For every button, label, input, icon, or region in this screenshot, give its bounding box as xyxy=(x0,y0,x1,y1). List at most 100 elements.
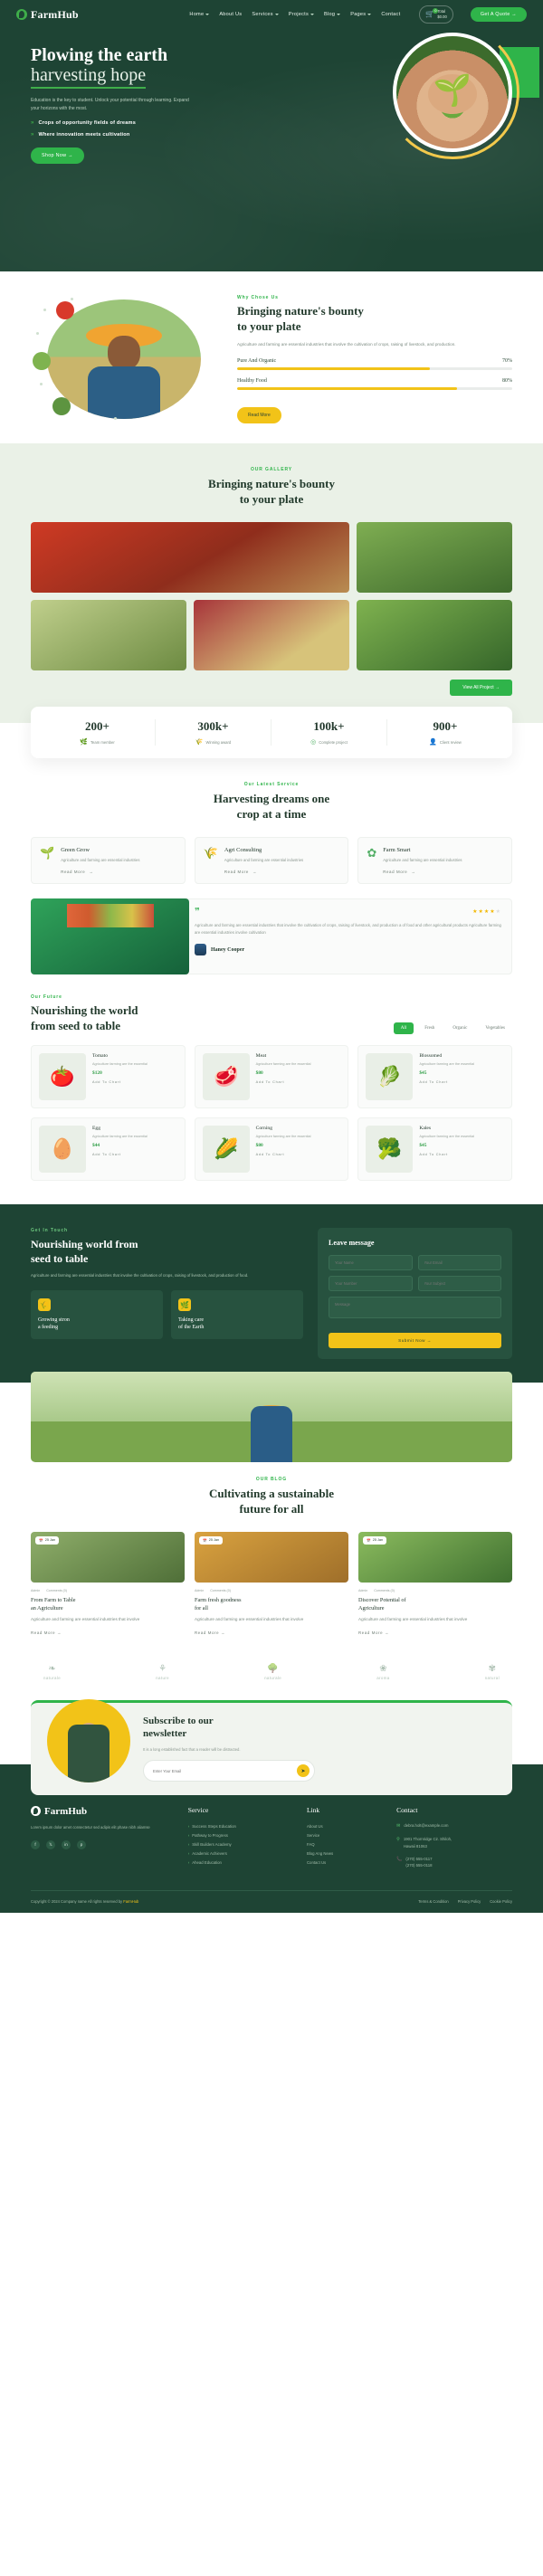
filter-tab-organic[interactable]: Organic xyxy=(445,1022,474,1034)
cookie-link[interactable]: Cookie Policy xyxy=(490,1899,512,1904)
footer-link[interactable]: Blog Ang News xyxy=(307,1849,384,1858)
footer-link[interactable]: › Skill Builders Academy xyxy=(188,1840,294,1849)
blog-read-more-link[interactable]: Read More → xyxy=(195,1630,348,1635)
filter-tab-vegetables[interactable]: Vegetables xyxy=(478,1022,512,1034)
footer-email[interactable]: ✉ debra.holt@example.com xyxy=(396,1822,512,1830)
footer-phone[interactable]: 📞 (270) 555-0117 (270) 555-0118 xyxy=(396,1856,512,1869)
service-read-more-link[interactable]: Read More → xyxy=(383,870,462,874)
send-icon[interactable]: ➤ xyxy=(297,1764,310,1778)
blog-card-farm-fresh-goodness[interactable]: 📅 25 Jan Admin Comments (0) Farm fresh go… xyxy=(195,1531,348,1635)
hero-title-line2: harvesting hope xyxy=(31,65,147,89)
footer-service-column: Service › Success Steps Education › Pathwa… xyxy=(188,1806,294,1876)
nav-item-services[interactable]: Services xyxy=(252,12,279,17)
site-logo[interactable]: FarmHub xyxy=(16,8,79,22)
service-card-agri-consulting[interactable]: 🌾 Agri Consulting Agriculture and farmin… xyxy=(194,836,349,885)
blog-card-discover-potential[interactable]: 📅 25 Jan Admin Comments (0) Discover Pote… xyxy=(358,1531,512,1635)
add-to-cart-button[interactable]: Add To Chart xyxy=(92,1153,148,1156)
footer-column-heading: Contact xyxy=(396,1805,418,1814)
cart-total: Total $0.00 xyxy=(437,9,446,19)
product-desc: Agriculture farming are the essential xyxy=(92,1061,148,1066)
filter-tab-fresh[interactable]: Fresh xyxy=(417,1022,442,1034)
blog-post-title-line2: an Agriculture xyxy=(31,1604,63,1611)
copyright-brand: FarmHub xyxy=(123,1898,139,1904)
service-card-green-grow[interactable]: 🌱 Green Grow Agriculture and farming are… xyxy=(31,836,186,885)
footer-link[interactable]: Contact Us xyxy=(307,1858,384,1868)
cart-widget[interactable]: 🛒 0 Total $0.00 xyxy=(419,5,453,24)
add-to-cart-button[interactable]: Add To Chart xyxy=(256,1153,311,1156)
blog-read-more-link[interactable]: Read More → xyxy=(31,1630,185,1635)
nav-item-contact[interactable]: Contact xyxy=(381,12,400,17)
footer-link[interactable]: FAQ xyxy=(307,1840,384,1849)
service-read-more-link[interactable]: Read More → xyxy=(224,870,303,874)
subject-field[interactable] xyxy=(417,1275,501,1291)
footer-column-heading: Link xyxy=(306,1805,320,1814)
nav-item-blog[interactable]: Blog xyxy=(324,12,341,17)
products-title: Nourishing the world from seed to table xyxy=(31,1003,138,1034)
product-card-corning[interactable]: 🌽 Corning Agriculture farming are the es… xyxy=(194,1117,349,1181)
facebook-icon[interactable]: f xyxy=(31,1839,40,1849)
gallery-item-lemons[interactable] xyxy=(194,600,349,671)
blog-post-title-line1: From Farm to Table xyxy=(31,1596,76,1603)
view-all-project-button[interactable]: View All Project → xyxy=(450,680,512,697)
add-to-cart-button[interactable]: Add To Chart xyxy=(92,1080,148,1084)
add-to-cart-button[interactable]: Add To Chart xyxy=(256,1080,311,1084)
product-price: $45 xyxy=(419,1143,427,1149)
why-read-more-button[interactable]: Read More xyxy=(237,407,281,424)
nav-item-projects[interactable]: Projects xyxy=(289,12,315,17)
hero-shop-now-button[interactable]: Shop Now → xyxy=(31,147,84,165)
add-to-cart-button[interactable]: Add To Chart xyxy=(419,1080,474,1084)
product-card-tomato[interactable]: 🍅 Tomato Agriculture farming are the ess… xyxy=(31,1044,186,1108)
add-to-cart-button[interactable]: Add To Chart xyxy=(419,1153,474,1156)
email-field[interactable] xyxy=(417,1254,501,1270)
product-name: Blossomed xyxy=(419,1052,443,1059)
twitter-x-icon[interactable]: 𝕏 xyxy=(46,1839,55,1849)
product-card-blossomed[interactable]: 🥬 Blossomed Agriculture farming are the … xyxy=(357,1044,512,1108)
why-text-block: Why Chose Us Bringing nature's bounty to… xyxy=(237,295,512,424)
product-card-egg[interactable]: 🥚 Egg Agriculture farming are the essent… xyxy=(31,1117,186,1181)
nav-item-about-us[interactable]: About Us xyxy=(219,12,242,17)
product-desc: Agriculture farming are the essential xyxy=(255,1134,311,1138)
footer-link[interactable]: › Pathway to Progress xyxy=(188,1831,294,1840)
linkedin-icon[interactable]: in xyxy=(62,1839,71,1849)
gallery-item-strawberries[interactable] xyxy=(31,522,349,594)
hand-sprout-icon: 🌱 xyxy=(40,845,55,860)
gallery-item-two-farmers[interactable] xyxy=(31,600,186,671)
get-a-quote-button[interactable]: Get A Quote → xyxy=(470,7,527,22)
product-card-meat[interactable]: 🥩 Meat Agriculture farming are the essen… xyxy=(194,1044,349,1108)
name-field[interactable] xyxy=(329,1254,413,1270)
nav-label: About Us xyxy=(219,12,243,17)
footer-link[interactable]: › Academic Achievers xyxy=(188,1849,294,1858)
nav-item-pages[interactable]: Pages xyxy=(350,12,372,17)
phone-field[interactable] xyxy=(329,1275,413,1291)
blog-card-from-farm-to-table[interactable]: 📅 25 Jan Admin Comments (0) From Farm to … xyxy=(31,1531,185,1635)
privacy-link[interactable]: Privacy Policy xyxy=(458,1899,481,1904)
footer-link[interactable]: About Us xyxy=(307,1822,384,1831)
seed-mark-icon: ✾ xyxy=(488,1663,497,1674)
footer-link[interactable]: › Ahead Education xyxy=(188,1858,294,1868)
copyright-text: Copyright © 2024 Company name All rights… xyxy=(31,1898,139,1904)
footer-logo[interactable]: FarmHub xyxy=(31,1806,176,1817)
pinterest-icon[interactable]: p xyxy=(77,1839,86,1849)
social-links: f 𝕏 in p xyxy=(31,1839,176,1849)
strawberry-badge-icon xyxy=(56,301,74,320)
filter-tab-all[interactable]: All xyxy=(393,1022,414,1034)
body-shape xyxy=(68,1724,110,1782)
footer-link[interactable]: Service xyxy=(307,1831,384,1840)
service-read-more-link[interactable]: Read More → xyxy=(61,870,139,874)
target-icon: ◎ xyxy=(310,739,317,746)
leaf-circle-icon xyxy=(16,9,27,20)
progress-label: Healthy Food xyxy=(237,378,267,385)
blog-read-more-link[interactable]: Read More → xyxy=(358,1630,512,1635)
nav-item-home[interactable]: Home xyxy=(189,12,210,17)
gallery-item-greenhouse[interactable] xyxy=(357,522,512,594)
gallery-item-vegetable-crate[interactable] xyxy=(357,600,512,671)
newsletter-email-input[interactable] xyxy=(153,1768,297,1773)
terms-link[interactable]: Terms & Condition xyxy=(418,1899,448,1904)
cart-total-label: Total xyxy=(437,9,446,14)
footer-bottom-links: Terms & Condition Privacy Policy Cookie … xyxy=(418,1899,512,1904)
footer-link[interactable]: › Success Steps Education xyxy=(188,1822,294,1831)
message-field[interactable] xyxy=(329,1296,501,1318)
service-card-farm-smart[interactable]: ✿ Farm Smart Agriculture and farming are… xyxy=(357,836,512,885)
submit-button[interactable]: Submit Now → xyxy=(329,1332,501,1348)
product-card-kales[interactable]: 🥦 Kales Agriculture farming are the esse… xyxy=(357,1117,512,1181)
